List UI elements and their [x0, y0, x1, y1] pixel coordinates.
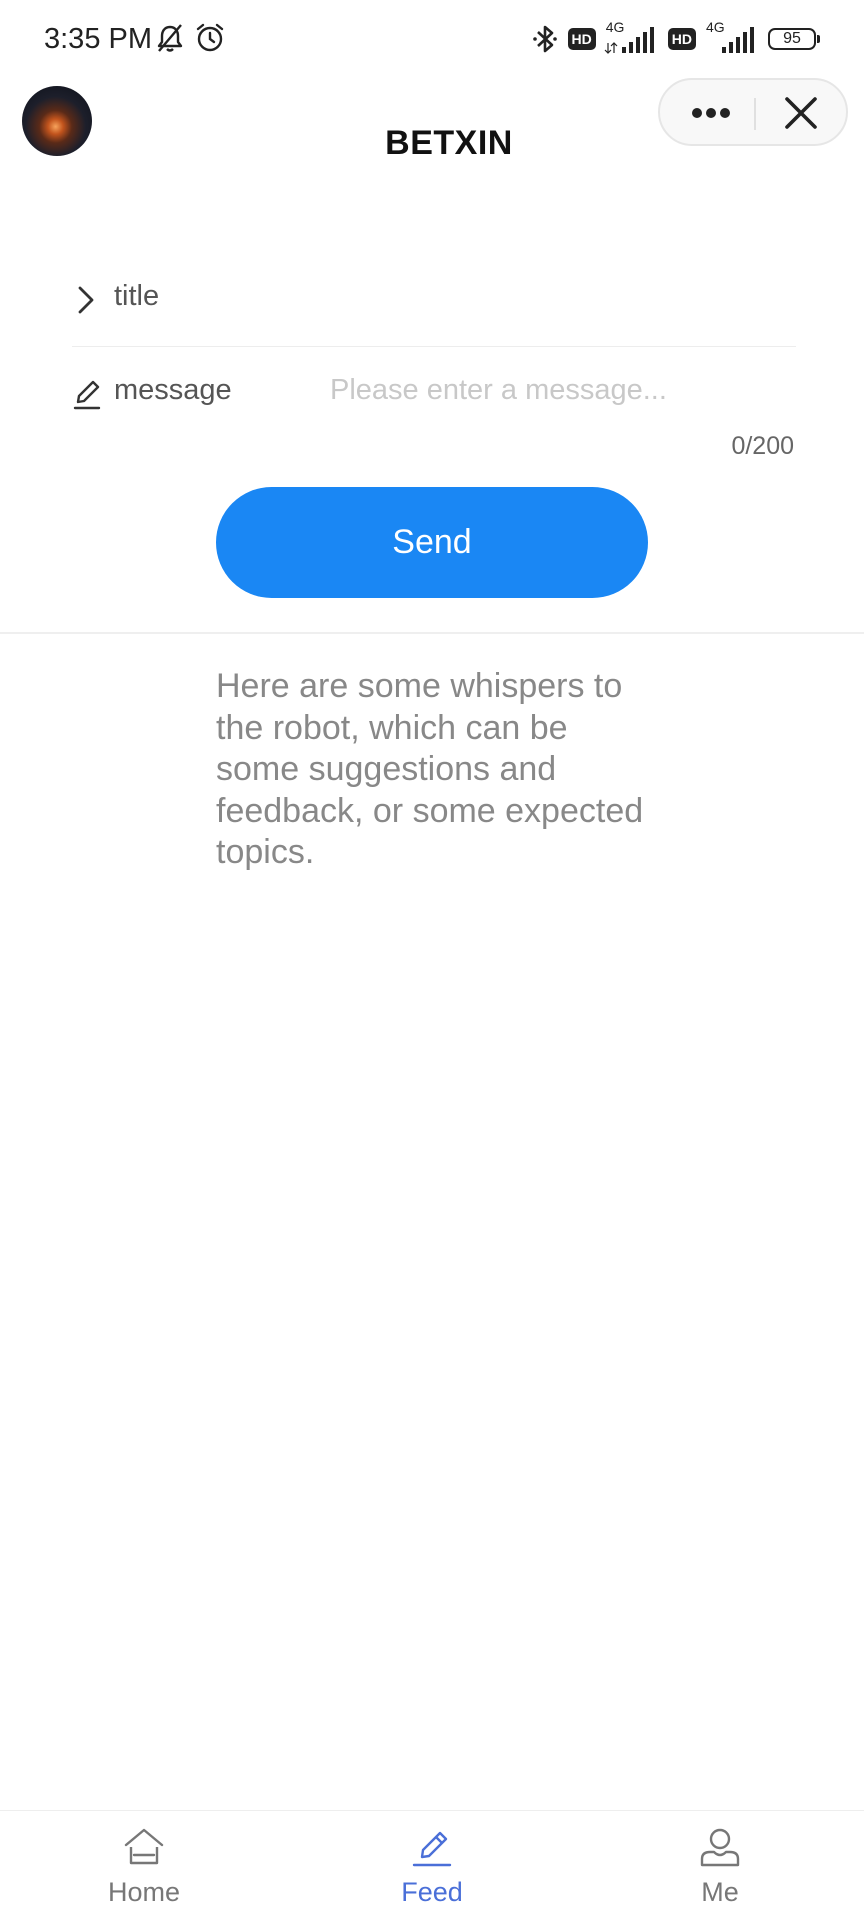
status-bar: 3:35 PM HD 4G HD 4G 95	[0, 0, 864, 78]
user-icon	[700, 1828, 740, 1867]
pencil-icon	[412, 1831, 452, 1867]
bell-muted-icon	[157, 24, 183, 52]
send-button[interactable]: Send	[216, 487, 648, 598]
divider	[0, 632, 864, 634]
message-label: message	[114, 374, 232, 406]
tab-home[interactable]: Home	[44, 1811, 244, 1920]
char-counter: 0/200	[731, 432, 794, 460]
status-right: HD 4G HD 4G 95	[530, 19, 820, 58]
hd-badge: HD	[667, 28, 696, 50]
message-row: message	[72, 360, 796, 420]
tab-feed[interactable]: Feed	[332, 1811, 532, 1920]
more-button[interactable]	[676, 88, 746, 138]
more-icon	[692, 108, 730, 118]
hd-badge: HD	[567, 28, 596, 50]
home-icon	[124, 1828, 164, 1865]
chevron-right-icon	[78, 286, 94, 314]
tab-me[interactable]: Me	[620, 1811, 820, 1920]
tab-me-label: Me	[701, 1877, 739, 1907]
alarm-icon	[196, 23, 224, 52]
tab-bar: Home Feed Me	[0, 1810, 864, 1920]
pencil-icon	[73, 380, 101, 410]
capsule-divider	[754, 98, 756, 130]
page: 3:35 PM HD 4G HD 4G 95 BETXIN title mess…	[0, 0, 864, 1920]
title-row[interactable]: title	[72, 262, 796, 347]
signal-icon: 4G	[704, 19, 760, 57]
description-text: Here are some whispers to the robot, whi…	[216, 667, 644, 871]
title-label: title	[114, 280, 160, 312]
battery-icon: 95	[768, 28, 820, 50]
status-time: 3:35 PM	[44, 23, 152, 55]
close-icon	[785, 97, 817, 129]
tab-feed-label: Feed	[401, 1877, 463, 1907]
status-left-icons	[154, 22, 226, 54]
message-input[interactable]	[330, 368, 790, 412]
bluetooth-icon	[532, 25, 557, 53]
signal-icon: 4G	[604, 19, 660, 57]
tab-home-label: Home	[107, 1877, 181, 1907]
battery-level: 95	[783, 30, 801, 47]
close-button[interactable]	[768, 88, 834, 138]
mini-program-capsule	[658, 78, 848, 146]
